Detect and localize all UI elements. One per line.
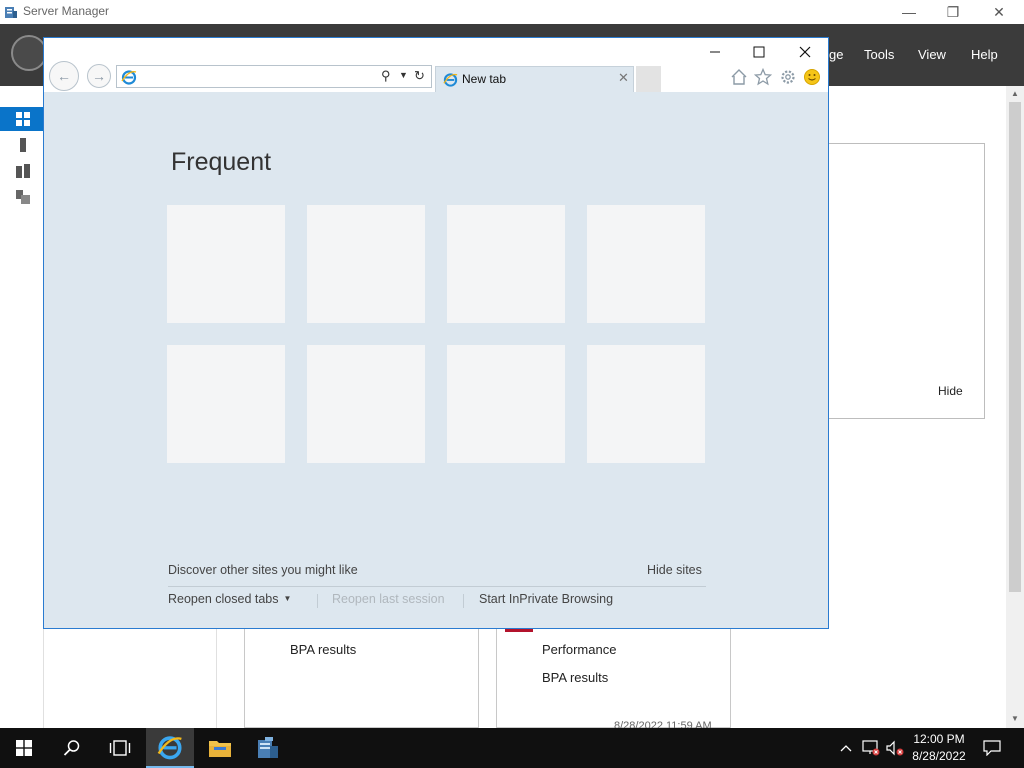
frequent-site-tile[interactable] [447,345,565,463]
ie-tab-logo-icon [443,73,458,87]
server-manager-titlebar: Server Manager — ❐ ✕ [0,0,1024,24]
ie-back-button[interactable]: ← [49,61,79,91]
frequent-site-tile[interactable] [587,205,705,323]
feedback-smiley-icon[interactable] [803,68,821,86]
minimize-button[interactable]: — [886,0,932,24]
frequent-site-tile[interactable] [167,205,285,323]
welcome-panel [828,143,985,419]
tab-close-icon[interactable]: ✕ [618,70,629,86]
favorites-star-icon[interactable] [754,68,772,86]
address-bar[interactable]: ⚲ ▼ ↻ [116,65,432,88]
ie-logo-icon [157,736,182,760]
file-services-icon [16,190,30,204]
frequent-site-tile[interactable] [307,205,425,323]
taskbar-internet-explorer[interactable] [146,728,194,768]
refresh-icon[interactable]: ↻ [414,68,425,84]
sidebar-item-all-servers[interactable] [0,159,44,183]
forward-arrow-icon: → [92,68,106,84]
network-icon [862,740,880,756]
new-tab-button[interactable] [636,66,661,92]
minimize-icon [710,51,720,53]
address-input[interactable] [141,68,371,85]
volume-tray-button[interactable] [884,728,906,768]
start-button[interactable] [0,728,48,768]
folder-icon [209,741,231,757]
hide-welcome-link[interactable]: Hide [938,384,963,398]
close-icon [799,46,811,58]
reopen-last-session-link: Reopen last session [332,592,445,606]
divider [317,594,318,608]
frequent-site-tile[interactable] [307,345,425,463]
chevron-up-icon [840,745,852,752]
vertical-scrollbar[interactable]: ▲ ▼ [1006,86,1024,728]
ie-logo-icon [121,70,137,85]
internet-explorer-window: ← → ⚲ ▼ ↻ New tab ✕ Frequent Discover ot… [43,37,829,629]
server-manager-sidebar [0,86,44,728]
start-inprivate-link[interactable]: Start InPrivate Browsing [479,592,613,606]
sidebar-item-local-server[interactable] [0,133,44,157]
network-tray-button[interactable] [860,728,882,768]
sidebar-item-file-services[interactable] [0,185,44,209]
menu-view[interactable]: View [918,47,946,62]
reopen-closed-tabs-label: Reopen closed tabs [168,592,279,606]
frequent-heading: Frequent [171,148,272,176]
task-view-button[interactable] [96,728,144,768]
task-view-icon [109,740,131,756]
action-center-button[interactable] [978,728,1006,768]
scroll-up-icon[interactable]: ▲ [1011,89,1019,98]
server-icon [20,138,26,152]
search-button[interactable] [48,728,96,768]
home-icon[interactable] [730,68,748,86]
role-tile-1 [244,628,479,728]
taskbar-clock[interactable]: 12:00 PM 8/28/2022 [906,731,972,765]
menu-manage[interactable]: ge [829,47,843,62]
search-icon[interactable]: ⚲ [381,68,391,84]
clock-date: 8/28/2022 [912,749,966,763]
divider [168,586,706,587]
taskbar-file-explorer[interactable] [196,728,244,768]
ie-close-button[interactable] [782,38,828,66]
bpa-results-link[interactable]: BPA results [290,642,356,657]
settings-gear-icon[interactable] [779,68,797,86]
back-arrow-icon: ← [57,68,71,84]
notification-icon [983,740,1001,756]
windows-logo-icon [16,740,32,756]
speaker-muted-icon [886,740,904,756]
hide-sites-link[interactable]: Hide sites [647,563,702,577]
menu-tools[interactable]: Tools [864,47,894,62]
reopen-closed-tabs-button[interactable]: Reopen closed tabs ▼ [168,592,291,606]
menu-help[interactable]: Help [971,47,998,62]
chevron-down-icon: ▼ [283,594,292,603]
ie-maximize-button[interactable] [736,38,782,66]
ie-forward-button[interactable]: → [87,64,111,88]
discover-sites-link[interactable]: Discover other sites you might like [168,563,358,577]
bpa-results-link-2[interactable]: BPA results [542,670,608,685]
dashboard-icon [16,112,30,126]
performance-link[interactable]: Performance [542,642,616,657]
divider [463,594,464,608]
window-title: Server Manager [23,4,110,18]
tab-label: New tab [462,72,507,86]
close-button[interactable]: ✕ [976,0,1022,24]
show-hidden-icons-button[interactable] [836,728,856,768]
scroll-down-icon[interactable]: ▼ [1011,714,1019,723]
frequent-site-tile[interactable] [167,345,285,463]
chevron-down-icon[interactable]: ▼ [399,70,408,80]
server-manager-icon [258,737,278,758]
restore-button[interactable]: ❐ [930,0,976,24]
sidebar-item-dashboard[interactable] [0,107,44,131]
frequent-site-tile[interactable] [447,205,565,323]
ie-minimize-button[interactable] [692,38,738,66]
maximize-icon [753,46,765,58]
frequent-site-tile[interactable] [587,345,705,463]
server-manager-icon [5,7,17,18]
clock-time: 12:00 PM [913,732,965,746]
scrollbar-thumb[interactable] [1009,102,1021,592]
servers-icon [16,164,30,178]
search-icon [63,740,80,756]
back-button[interactable] [11,35,47,71]
tab-new-tab[interactable]: New tab ✕ [435,66,634,92]
taskbar-server-manager[interactable] [244,728,292,768]
